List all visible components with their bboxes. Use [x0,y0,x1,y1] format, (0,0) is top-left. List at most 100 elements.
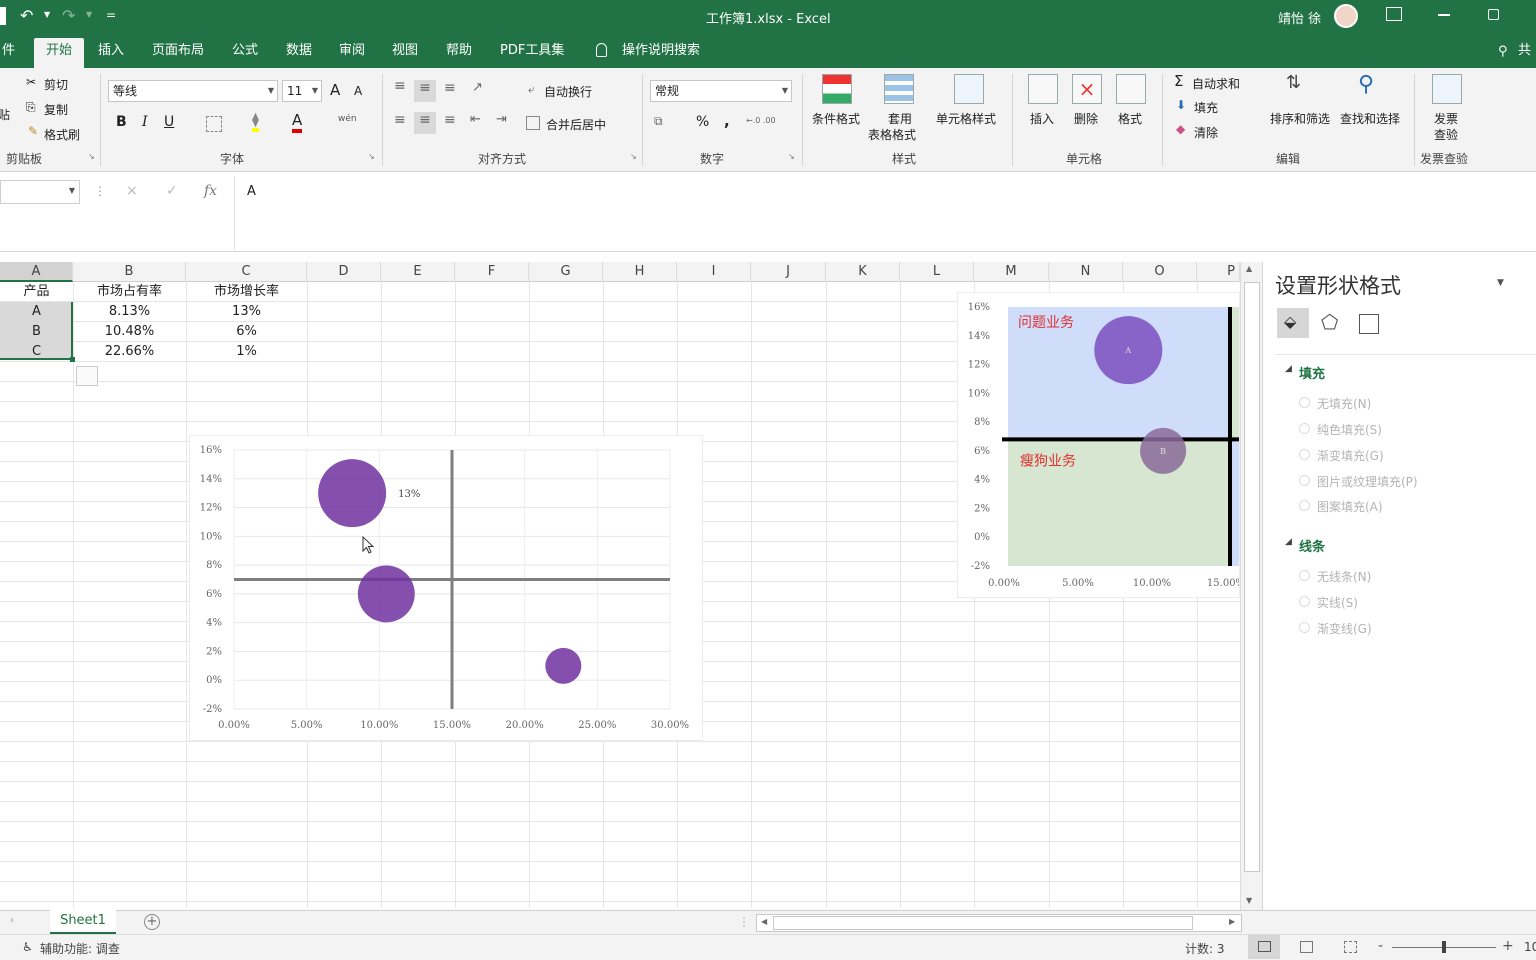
table-cell[interactable]: A [0,302,73,322]
column-header-e[interactable]: E [381,262,455,282]
format-cells-button[interactable]: 格式 [1118,110,1142,127]
accounting-format-icon[interactable]: ⧉ [654,114,663,129]
no-fill-option[interactable]: 无填充(N) [1299,395,1371,412]
percent-button[interactable]: % [696,114,709,130]
insert-cells-button[interactable]: 插入 [1030,110,1054,127]
table-cell[interactable]: 8.13% [73,302,186,322]
zoom-out-button[interactable]: - [1378,938,1383,954]
line-section-header[interactable]: 线条 [1299,536,1325,555]
share-icon[interactable]: ⚲ [1498,44,1508,59]
restore-icon[interactable] [1488,9,1499,20]
cell-styles-icon[interactable] [954,74,984,104]
column-header-f[interactable]: F [455,262,529,282]
quick-analysis-icon[interactable] [76,366,98,386]
tab-page-layout[interactable]: 页面布局 [144,34,212,68]
quadrant-chart[interactable]: 16% 14% 12% 10% 8% 6% 4% 2% 0% -2% 0.00% 5.00% 10.00… [957,292,1240,598]
conditional-formatting-icon[interactable] [822,74,852,104]
alignment-launcher-icon[interactable]: ↘ [630,152,637,161]
cancel-icon[interactable]: × [126,183,138,199]
shrink-font-button[interactable]: A [354,84,362,98]
user-name[interactable]: 靖怡 徐 [1278,8,1321,27]
column-header-j[interactable]: J [751,262,826,282]
size-properties-icon[interactable] [1359,314,1379,334]
insert-cells-icon[interactable] [1028,74,1058,104]
scroll-right-icon[interactable]: ▶ [1229,917,1235,926]
pane-options-chevron-icon[interactable]: ▼ [1497,278,1504,288]
autosum-button[interactable]: 自动求和 [1192,75,1240,92]
column-header-d[interactable]: D [307,262,381,282]
tab-file[interactable]: 件 [0,34,23,68]
column-header-a[interactable]: A [0,262,73,282]
autosum-icon[interactable]: Σ [1174,72,1183,90]
table-header[interactable]: 产品 [0,282,73,302]
grow-font-button[interactable]: A [330,81,340,99]
invoice-check-icon[interactable] [1432,74,1462,104]
solid-fill-option[interactable]: 纯色填充(S) [1299,421,1382,438]
align-bottom-icon[interactable]: ≡ [444,80,456,96]
tab-data[interactable]: 数据 [278,34,320,68]
underline-button[interactable]: U [164,114,174,130]
pattern-fill-option[interactable]: 图案填充(A) [1299,498,1383,515]
fill-button[interactable]: 填充 [1194,99,1218,116]
invoice-check-button-line2[interactable]: 查验 [1434,126,1458,143]
horizontal-scrollbar[interactable]: ◀ ▶ [756,914,1242,932]
tab-home[interactable]: 开始 [34,38,84,68]
column-header-o[interactable]: O [1123,262,1197,282]
accessibility-status[interactable]: 辅助功能: 调查 [40,940,120,957]
gradient-line-option[interactable]: 渐变线(G) [1299,620,1372,637]
tab-formulas[interactable]: 公式 [224,34,266,68]
normal-view-button[interactable] [1248,935,1280,959]
format-painter-button[interactable]: 格式刷 [44,126,80,143]
zoom-in-button[interactable]: + [1502,938,1514,954]
bold-button[interactable]: B [116,114,127,130]
column-header-h[interactable]: H [603,262,677,282]
table-cell[interactable]: 22.66% [73,342,186,362]
ribbon-display-options-icon[interactable] [1386,7,1402,21]
format-as-table-icon[interactable] [884,74,914,104]
column-header-c[interactable]: C [186,262,307,282]
copy-button[interactable]: 复制 [44,101,68,118]
align-top-icon[interactable]: ≡ [394,78,406,94]
gradient-fill-option[interactable]: 渐变填充(G) [1299,447,1384,464]
align-right-icon[interactable]: ≡ [444,112,456,128]
conditional-formatting-button[interactable]: 条件格式 [812,110,860,127]
delete-cells-icon[interactable]: × [1072,74,1102,104]
column-header-m[interactable]: M [974,262,1049,282]
horizontal-scroll-thumb[interactable] [773,916,1193,930]
split-handle-icon[interactable]: ⋮ [738,915,750,929]
pentagon-effects-icon[interactable]: ⬠ [1321,310,1338,334]
phonetic-guide-icon[interactable]: wén [338,114,357,124]
column-header-n[interactable]: N [1049,262,1123,282]
find-select-icon[interactable]: ⚲ [1358,72,1374,97]
solid-line-option[interactable]: 实线(S) [1299,594,1358,611]
name-box[interactable]: ▼ [0,180,80,204]
number-launcher-icon[interactable]: ↘ [788,152,795,161]
column-header-l[interactable]: L [900,262,974,282]
sort-filter-button[interactable]: 排序和筛选 [1270,110,1330,127]
scroll-up-icon[interactable]: ▲ [1246,264,1252,273]
merge-icon[interactable] [526,116,540,130]
redo-dropdown-icon[interactable]: ▼ [86,10,92,19]
vertical-scrollbar[interactable]: ▲ ▼ [1240,262,1262,910]
picture-fill-option[interactable]: 图片或纹理填充(P) [1299,473,1418,490]
format-cells-icon[interactable] [1116,74,1146,104]
font-size-combo[interactable]: 11 ▼ [282,80,322,102]
column-header-i[interactable]: I [677,262,751,282]
font-color-button[interactable]: A [292,112,303,133]
cut-button[interactable]: 剪切 [44,76,68,93]
collapse-triangle-icon[interactable]: ◢ [1285,537,1292,547]
scroll-left-icon[interactable]: ◀ [761,917,767,926]
table-cell[interactable]: 13% [186,302,307,322]
customize-qat-icon[interactable]: = [106,8,116,22]
align-left-icon[interactable]: ≡ [394,112,406,128]
paste-button[interactable]: 贴 [0,106,10,123]
invoice-check-button-line1[interactable]: 发票 [1434,110,1458,127]
column-header-b[interactable]: B [73,262,186,282]
fill-section-header[interactable]: 填充 [1299,363,1325,382]
table-cell[interactable]: B [0,322,73,342]
sheet-tab-sheet1[interactable]: Sheet1 [50,910,116,934]
add-sheet-button[interactable]: + [144,914,160,930]
table-cell[interactable]: 6% [186,322,307,342]
tab-insert[interactable]: 插入 [90,34,132,68]
wrap-text-button[interactable]: 自动换行 [544,83,592,100]
